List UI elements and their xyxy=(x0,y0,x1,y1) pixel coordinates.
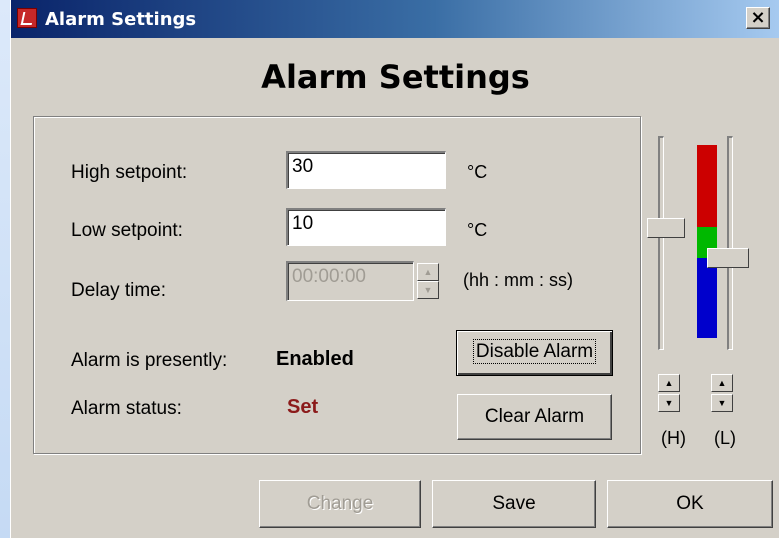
delay-time-input[interactable]: 00:00:00 xyxy=(286,261,414,301)
delay-down-icon[interactable]: ▼ xyxy=(417,281,439,299)
high-slider-label: (H) xyxy=(661,428,686,448)
change-button[interactable]: Change xyxy=(259,480,421,528)
high-down-icon[interactable]: ▼ xyxy=(658,394,680,412)
low-slider-thumb[interactable] xyxy=(707,248,749,268)
high-slider-track[interactable] xyxy=(658,136,664,350)
disable-alarm-button[interactable]: Disable Alarm xyxy=(456,330,613,376)
delay-time-label: Delay time: xyxy=(71,280,167,301)
low-slider-label: (L) xyxy=(714,428,736,448)
save-button[interactable]: Save xyxy=(432,480,596,528)
high-up-icon[interactable]: ▲ xyxy=(658,374,680,392)
alarm-status-label: Alarm status: xyxy=(71,398,182,419)
window-title: Alarm Settings xyxy=(45,9,197,30)
low-setpoint-label: Low setpoint: xyxy=(71,220,183,241)
clear-alarm-button[interactable]: Clear Alarm xyxy=(457,394,612,440)
delay-time-stepper[interactable]: ▲ ▼ xyxy=(417,261,439,301)
page-title: Alarm Settings xyxy=(261,58,530,96)
low-down-icon[interactable]: ▼ xyxy=(711,394,733,412)
high-alarm-zone-bar xyxy=(697,145,717,227)
close-button[interactable]: × xyxy=(746,7,770,29)
alarm-presently-value: Enabled xyxy=(276,348,354,370)
high-slider-stepper[interactable]: ▲ ▼ xyxy=(658,374,680,418)
alarm-status-value: Set xyxy=(287,396,319,418)
low-setpoint-unit: °C xyxy=(467,220,488,240)
high-setpoint-unit: °C xyxy=(467,162,488,182)
low-slider-stepper[interactable]: ▲ ▼ xyxy=(711,374,733,418)
alarm-presently-label: Alarm is presently: xyxy=(71,350,228,371)
title-bar[interactable]: Alarm Settings × xyxy=(11,0,779,38)
low-up-icon[interactable]: ▲ xyxy=(711,374,733,392)
delay-up-icon[interactable]: ▲ xyxy=(417,263,439,281)
app-alarm-icon xyxy=(17,8,37,28)
ok-button[interactable]: OK xyxy=(607,480,773,528)
disable-alarm-label: Disable Alarm xyxy=(472,339,597,364)
alarm-settings-dialog: Alarm Settings × Alarm Settings High set… xyxy=(10,0,779,538)
low-slider-track[interactable] xyxy=(727,136,733,350)
high-slider-thumb[interactable] xyxy=(647,218,685,238)
high-setpoint-label: High setpoint: xyxy=(71,162,188,183)
low-setpoint-input[interactable]: 10 xyxy=(286,208,446,246)
high-setpoint-input[interactable]: 30 xyxy=(286,151,446,189)
low-alarm-zone-bar xyxy=(697,258,717,338)
delay-time-unit: (hh : mm : ss) xyxy=(463,270,574,290)
